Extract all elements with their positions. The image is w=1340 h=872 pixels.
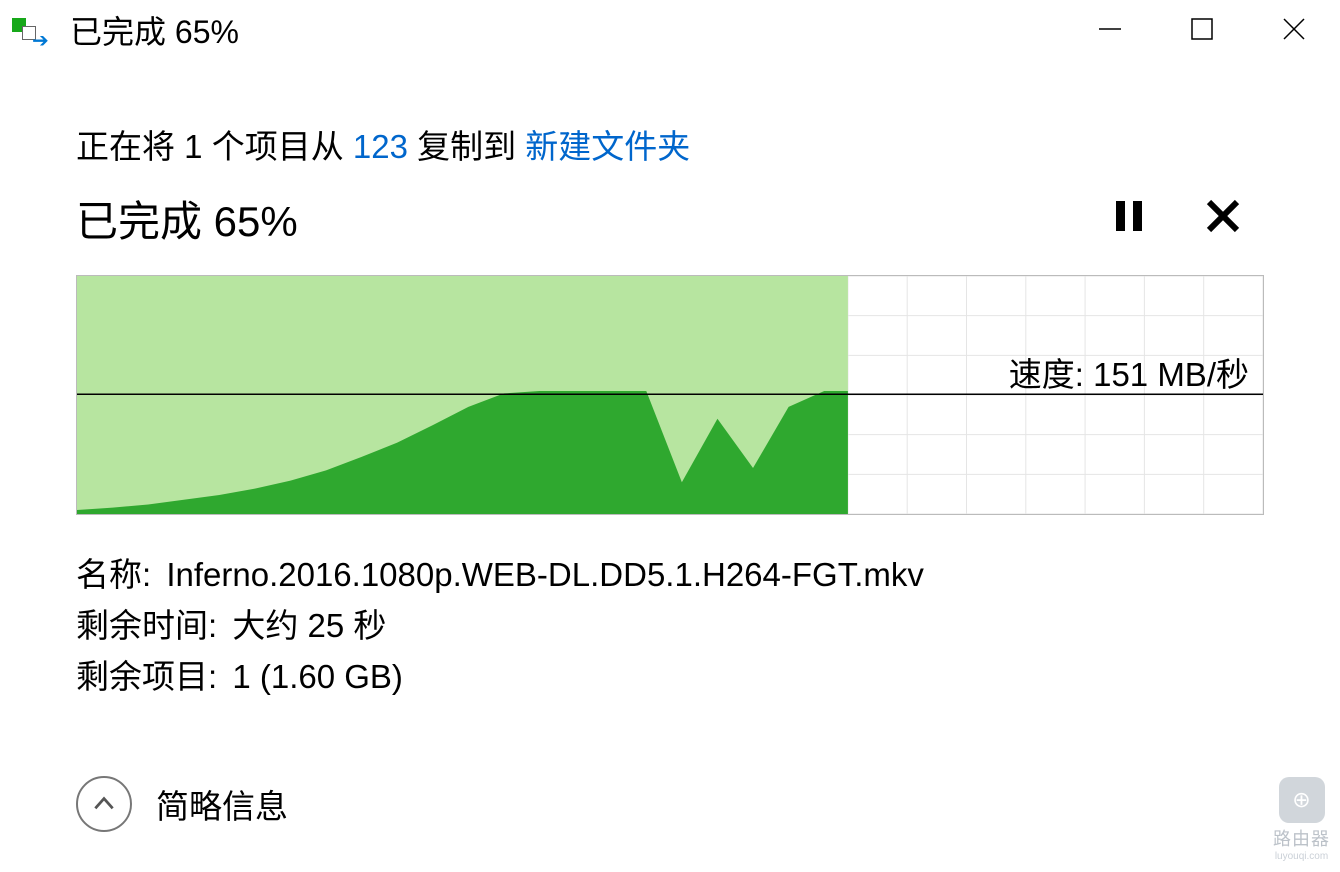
- speed-chart: 速度: 151 MB/秒: [76, 275, 1264, 515]
- dest-folder-link[interactable]: 新建文件夹: [525, 128, 690, 165]
- source-folder-link[interactable]: 123: [353, 128, 408, 165]
- copy-icon: ➔: [12, 18, 52, 42]
- copy-mid: 复制到: [408, 128, 525, 165]
- speed-prefix: 速度:: [1009, 356, 1093, 393]
- window-controls: [1064, 0, 1340, 58]
- copy-pre: 正在将 1 个项目从: [76, 128, 353, 165]
- speed-value: 151 MB/秒: [1093, 356, 1249, 393]
- name-value: Inferno.2016.1080p.WEB-DL.DD5.1.H264-FGT…: [166, 556, 924, 593]
- collapse-details-button[interactable]: [76, 776, 132, 832]
- close-button[interactable]: [1248, 0, 1340, 58]
- watermark-sub: luyouqi.com: [1273, 851, 1330, 862]
- name-label: 名称:: [76, 556, 151, 593]
- watermark-text: 路由器: [1273, 825, 1330, 851]
- progress-controls: [1112, 199, 1264, 238]
- watermark: ⊕ 路由器 luyouqi.com: [1273, 777, 1330, 862]
- footer: 简略信息: [76, 776, 288, 832]
- items-label: 剩余项目:: [76, 658, 217, 695]
- details: 名称: Inferno.2016.1080p.WEB-DL.DD5.1.H264…: [76, 549, 1264, 702]
- time-label: 剩余时间:: [76, 607, 217, 644]
- time-value: 大约 25 秒: [232, 607, 386, 644]
- maximize-button[interactable]: [1156, 0, 1248, 58]
- copy-description: 正在将 1 个项目从 123 复制到 新建文件夹: [76, 120, 1264, 168]
- items-value: 1 (1.60 GB): [232, 658, 403, 695]
- footer-label[interactable]: 简略信息: [156, 780, 288, 828]
- speed-label: 速度: 151 MB/秒: [1009, 348, 1249, 396]
- progress-heading: 已完成 65%: [76, 188, 298, 249]
- minimize-button[interactable]: [1064, 0, 1156, 58]
- window-title: 已完成 65%: [70, 7, 239, 53]
- router-icon: ⊕: [1279, 777, 1325, 823]
- cancel-button[interactable]: [1206, 199, 1240, 238]
- chevron-up-icon: [91, 791, 117, 817]
- file-copy-dialog: ➔ 已完成 65% 正在将 1 个项目从 123 复制到 新建文件夹 已完成 6…: [0, 0, 1340, 872]
- pause-button[interactable]: [1112, 199, 1146, 238]
